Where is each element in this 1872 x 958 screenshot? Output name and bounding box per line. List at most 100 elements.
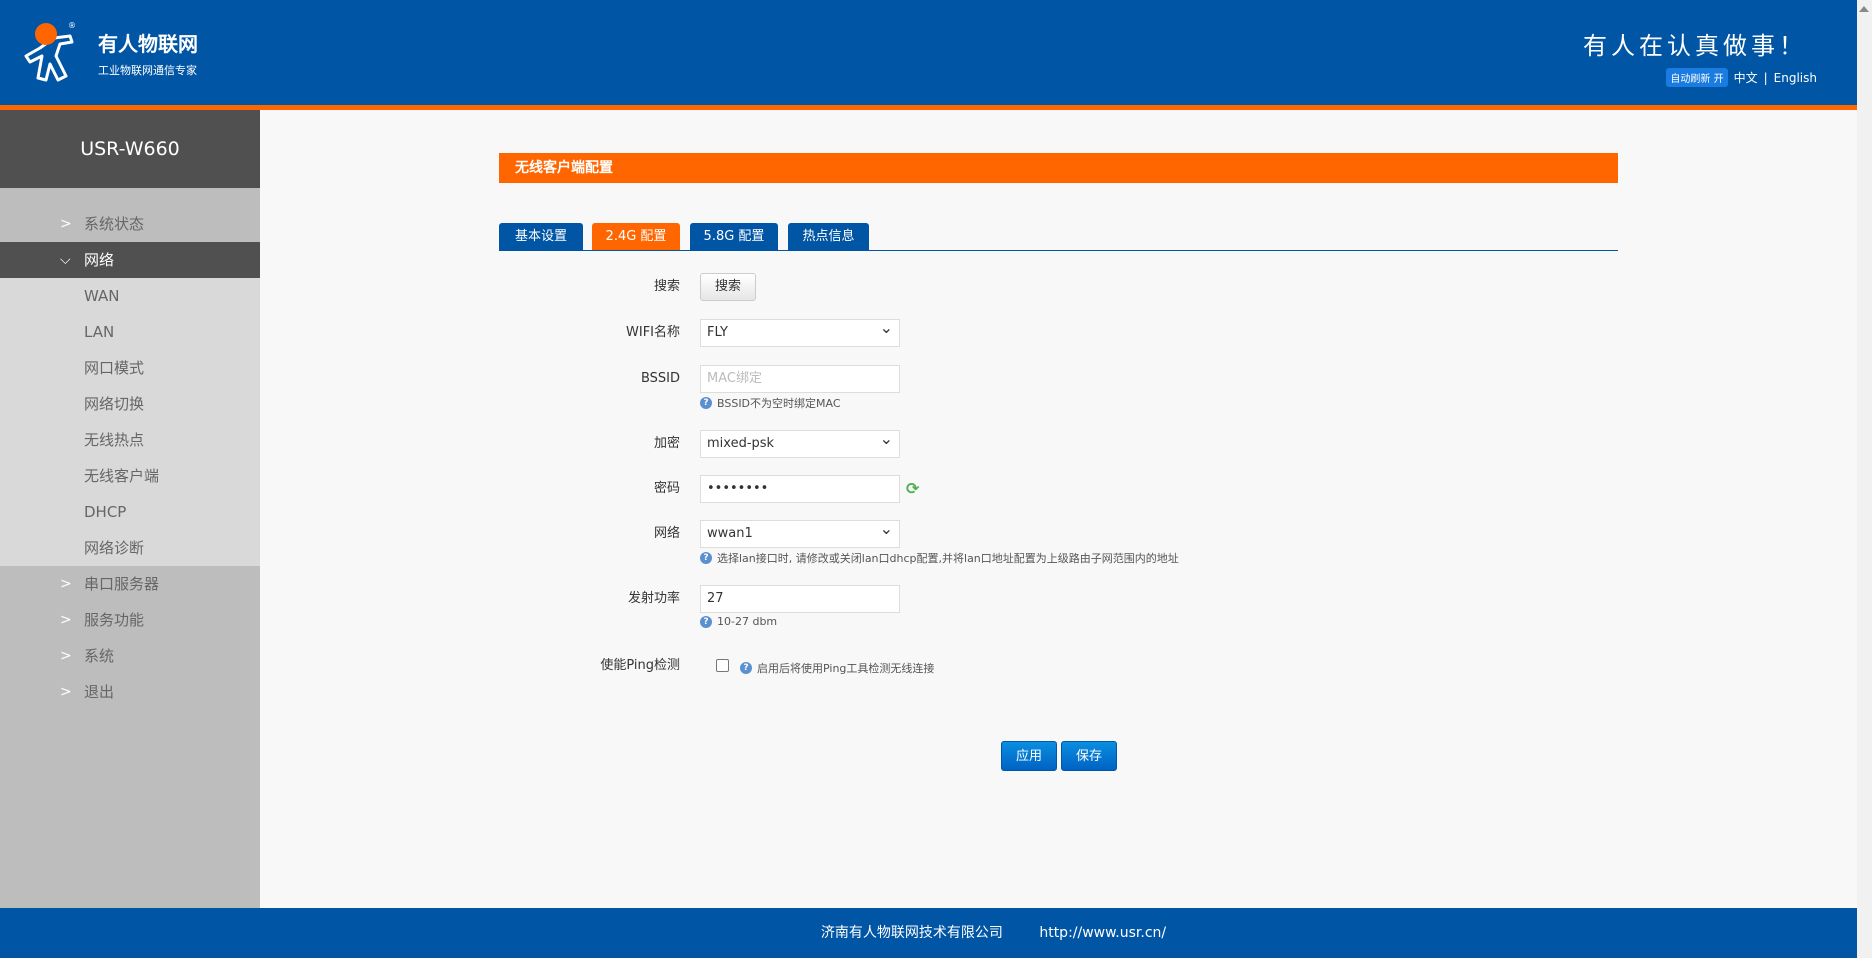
sidebar-item-label: 无线客户端 (84, 467, 160, 485)
encryption-select[interactable]: mixed-psk (700, 426, 900, 458)
header-controls: 自动刷新 开 中文 | English (1666, 68, 1817, 87)
sidebar-item-label: DHCP (84, 503, 127, 521)
lang-separator: | (1763, 70, 1768, 85)
svg-text:®: ® (68, 21, 76, 30)
tab-2-4g-config[interactable]: 2.4G 配置 (592, 223, 680, 250)
ping-help: ? 启用后将使用Ping工具检测无线连接 (740, 660, 934, 676)
network-select[interactable]: wwan1 (700, 516, 900, 548)
tab-hotspot-info[interactable]: 热点信息 (788, 223, 869, 250)
sidebar: USR-W660 > 系统状态 ⌵ 网络 WAN LAN 网口模式 网络切换 无线热… (0, 110, 260, 908)
sidebar-menu: > 系统状态 ⌵ 网络 WAN LAN 网口模式 网络切换 无线热点 无线客户端 D… (0, 188, 260, 710)
sidebar-item-label: LAN (84, 323, 115, 341)
brand-tagline: 工业物联网通信专家 (98, 64, 197, 77)
brand-name: 有人物联网 (98, 32, 198, 56)
chevron-right-icon: > (60, 648, 72, 664)
header: ® 有人物联网 工业物联网通信专家 有人在认真做事！ 自动刷新 开 中文 | E… (0, 0, 1857, 105)
help-icon: ? (700, 552, 712, 564)
sidebar-item-status[interactable]: > 系统状态 (0, 206, 260, 242)
sidebar-item-label: 退出 (84, 683, 115, 701)
slogan: 有人在认真做事！ (1583, 32, 1807, 60)
password-label: 密码 (653, 481, 680, 496)
sidebar-item-label: 网口模式 (84, 359, 145, 377)
sidebar-item-lan[interactable]: LAN (0, 314, 260, 350)
help-text: BSSID不为空时绑定MAC (717, 397, 841, 410)
sidebar-item-label: 网络 (84, 251, 115, 269)
network-help: ? 选择lan接口时, 请修改或关闭lan口dhcp配置,并将lan口地址配置为上… (700, 550, 1179, 566)
network-submenu: WAN LAN 网口模式 网络切换 无线热点 无线客户端 DHCP 网络诊断 (0, 278, 260, 566)
sidebar-item-logout[interactable]: > 退出 (0, 674, 260, 710)
page-title: 无线客户端配置 (499, 153, 1618, 183)
sidebar-item-label: 串口服务器 (84, 575, 160, 593)
reveal-password-icon[interactable]: ⟳ (906, 479, 919, 498)
usr-logo: ® (24, 21, 76, 82)
bssid-placeholder: MAC绑定 (707, 371, 762, 386)
help-text: 启用后将使用Ping工具检测无线连接 (757, 662, 935, 675)
ping-label: 使能Ping检测 (600, 658, 680, 673)
txpower-value: 27 (707, 591, 724, 606)
tab-basic-settings[interactable]: 基本设置 (499, 223, 583, 250)
device-model: USR-W660 (0, 110, 260, 188)
header-divider (0, 105, 1857, 110)
sidebar-item-serial-server[interactable]: > 串口服务器 (0, 566, 260, 602)
network-label: 网络 (653, 526, 680, 541)
sidebar-item-dhcp[interactable]: DHCP (0, 494, 260, 530)
help-icon: ? (740, 662, 752, 674)
encryption-label: 加密 (653, 436, 680, 451)
search-row: 搜索 搜索 (480, 273, 1780, 301)
sidebar-item-label: 网络诊断 (84, 539, 145, 557)
password-input[interactable]: •••••••• (700, 475, 900, 503)
ping-row: 使能Ping检测 ? 启用后将使用Ping工具检测无线连接 (480, 652, 1780, 680)
help-icon: ? (700, 615, 712, 628)
chevron-right-icon: > (60, 612, 72, 628)
chevron-right-icon: > (60, 684, 72, 700)
sidebar-item-label: 网络切换 (84, 395, 145, 413)
tab-bar: 基本设置 2.4G 配置 5.8G 配置 热点信息 (499, 223, 1618, 251)
sidebar-item-network-switch[interactable]: 网络切换 (0, 386, 260, 422)
chevron-right-icon: > (60, 216, 72, 232)
sidebar-item-diagnostics[interactable]: 网络诊断 (0, 530, 260, 566)
footer: 济南有人物联网技术有限公司 http://www.usr.cn/ (0, 908, 1857, 958)
sidebar-item-system[interactable]: > 系统 (0, 638, 260, 674)
lang-english-link[interactable]: English (1774, 71, 1817, 85)
password-row: 密码 •••••••• ⟳ (480, 475, 1780, 503)
help-text: 选择lan接口时, 请修改或关闭lan口dhcp配置,并将lan口地址配置为上级… (717, 552, 1179, 565)
password-value: •••••••• (707, 481, 769, 496)
sidebar-item-wireless-client[interactable]: 无线客户端 (0, 458, 260, 494)
search-label: 搜索 (653, 279, 680, 294)
footer-url[interactable]: http://www.usr.cn/ (1039, 925, 1166, 941)
save-button[interactable]: 保存 (1061, 741, 1117, 771)
scroll-up-arrow-icon[interactable] (1859, 6, 1869, 12)
bssid-row: BSSID MAC绑定 ? BSSID不为空时绑定MAC (480, 365, 1780, 410)
auto-refresh-toggle[interactable]: 自动刷新 开 (1666, 68, 1728, 87)
encryption-row: 加密 mixed-psk (480, 426, 1780, 458)
ssid-label: WIFI名称 (626, 325, 680, 340)
bssid-label: BSSID (640, 371, 680, 386)
sidebar-item-label: WAN (84, 287, 120, 305)
sidebar-item-network[interactable]: ⌵ 网络 (0, 242, 260, 278)
scrollbar[interactable] (1857, 0, 1872, 958)
txpower-help: ? 10-27 dbm (700, 615, 777, 628)
ssid-row: WIFI名称 FLY (480, 315, 1780, 347)
apply-button[interactable]: 应用 (1001, 741, 1057, 771)
ssid-value: FLY (707, 325, 728, 340)
encryption-value: mixed-psk (707, 436, 775, 451)
sidebar-item-port-mode[interactable]: 网口模式 (0, 350, 260, 386)
txpower-row: 发射功率 27 ? 10-27 dbm (480, 585, 1780, 628)
ssid-select[interactable]: FLY (700, 315, 900, 347)
sidebar-item-wireless-ap[interactable]: 无线热点 (0, 422, 260, 458)
help-icon: ? (700, 397, 712, 409)
tab-5-8g-config[interactable]: 5.8G 配置 (690, 223, 778, 250)
search-button[interactable]: 搜索 (700, 273, 756, 301)
sidebar-item-services[interactable]: > 服务功能 (0, 602, 260, 638)
network-value: wwan1 (707, 526, 753, 541)
bssid-help: ? BSSID不为空时绑定MAC (700, 395, 841, 411)
network-row: 网络 wwan1 ? 选择lan接口时, 请修改或关闭lan口dhcp配置,并将l… (480, 516, 1780, 565)
bssid-input[interactable]: MAC绑定 (700, 365, 900, 393)
sidebar-item-label: 系统 (84, 647, 115, 665)
lang-chinese-link[interactable]: 中文 (1734, 69, 1758, 86)
txpower-input[interactable]: 27 (700, 585, 900, 613)
ping-checkbox[interactable] (716, 659, 729, 672)
sidebar-item-label: 服务功能 (84, 611, 145, 629)
sidebar-item-label: 系统状态 (84, 215, 145, 233)
sidebar-item-wan[interactable]: WAN (0, 278, 260, 314)
